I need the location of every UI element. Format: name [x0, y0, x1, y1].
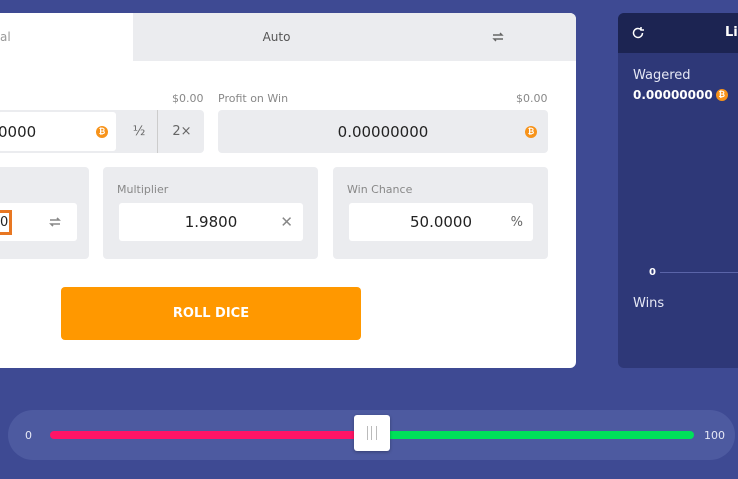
profit-label: Profit on Win	[218, 92, 289, 105]
live-stats-panel: Li Wagered 0.00000000 ₿ 0 Wins	[618, 13, 738, 368]
bet-panel: al Auto $0.00 Profit on Win $0.00 0000 ₿…	[0, 13, 576, 368]
tab-swap[interactable]	[420, 13, 576, 61]
refresh-icon[interactable]	[631, 26, 645, 40]
wins-label: Wins	[633, 296, 665, 311]
bitcoin-icon: ₿	[96, 125, 108, 138]
multiplier-label: Multiplier	[117, 183, 169, 196]
bitcoin-icon: ₿	[525, 126, 537, 138]
live-stats-title: Li	[725, 25, 738, 40]
slider-max-label: 100	[704, 429, 725, 442]
times-icon: ✕	[280, 213, 293, 231]
wagered-label: Wagered	[633, 68, 691, 83]
roll-slider: 0 100	[8, 410, 735, 460]
chart-axis-line	[660, 272, 738, 273]
profit-group: 0.00000000 ₿	[218, 110, 548, 153]
live-stats-header: Li	[618, 13, 738, 53]
bet-amount-input[interactable]: 0000 ₿	[0, 112, 116, 151]
profit-output: 0.00000000	[337, 122, 429, 141]
grip-icon	[367, 426, 377, 440]
swap-icon[interactable]	[48, 215, 62, 229]
tab-auto[interactable]: Auto	[133, 13, 420, 61]
roll-over-group: 0	[0, 167, 89, 259]
slider-lose-track[interactable]	[50, 431, 372, 439]
bet-amount-group: 0000 ₿ ½ 2×	[0, 110, 204, 153]
multiplier-group: Multiplier 1.9800 ✕	[103, 167, 318, 259]
chart-axis-zero: 0	[649, 267, 656, 278]
half-button[interactable]: ½	[121, 110, 158, 153]
win-chance-label: Win Chance	[347, 183, 413, 196]
bitcoin-icon: ₿	[715, 89, 728, 101]
bet-amount-usd: $0.00	[172, 92, 204, 105]
slider-win-track[interactable]	[372, 431, 694, 439]
percent-unit: %	[510, 214, 523, 230]
swap-icon	[492, 32, 504, 42]
win-chance-input[interactable]: 50.0000 %	[349, 203, 533, 241]
win-chance-group: Win Chance 50.0000 %	[333, 167, 548, 259]
roll-dice-button[interactable]: ROLL DICE	[61, 287, 361, 340]
mode-tabs: al Auto	[0, 13, 576, 61]
roll-over-input[interactable]: 0	[0, 203, 77, 241]
multiplier-input[interactable]: 1.9800 ✕	[119, 203, 303, 241]
slider-min-label: 0	[25, 429, 32, 442]
wagered-value: 0.00000000 ₿	[633, 88, 728, 102]
slider-handle[interactable]	[354, 415, 390, 451]
profit-usd: $0.00	[516, 92, 548, 105]
double-button[interactable]: 2×	[162, 110, 202, 153]
tab-manual[interactable]: al	[0, 13, 133, 61]
